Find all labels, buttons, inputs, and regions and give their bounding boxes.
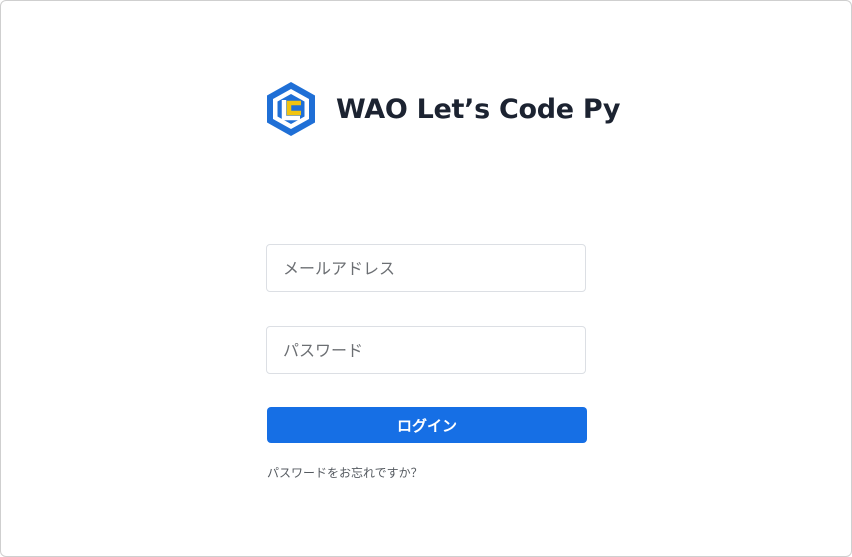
brand-name: WAO Let’s Code Py xyxy=(336,93,621,125)
login-window: WAO Let’s Code Py ログイン パスワードをお忘れですか？ xyxy=(0,0,852,557)
email-field[interactable] xyxy=(266,244,586,292)
forgot-password-link[interactable]: パスワードをお忘れですか？ xyxy=(267,464,423,481)
brand-logo: WAO Let’s Code Py xyxy=(266,81,620,137)
login-button[interactable]: ログイン xyxy=(267,407,587,443)
password-field[interactable] xyxy=(266,326,586,374)
hexagon-logo-icon xyxy=(267,82,315,136)
